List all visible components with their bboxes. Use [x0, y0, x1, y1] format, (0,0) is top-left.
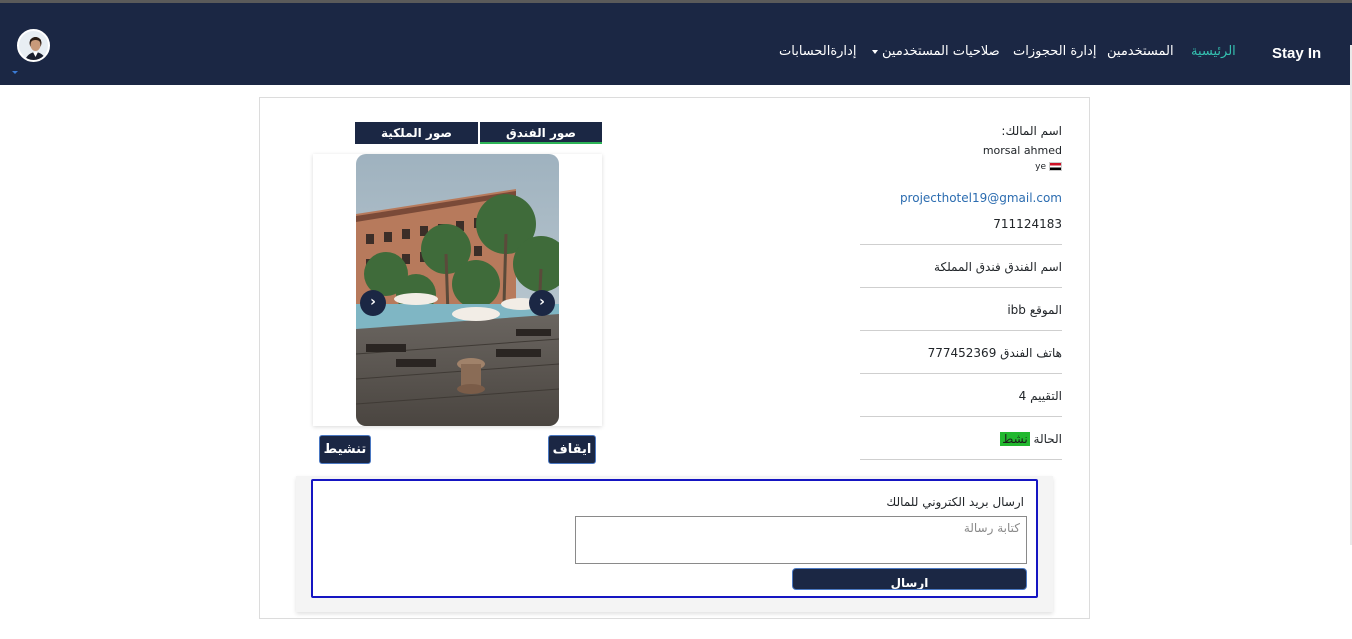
- activate-hotel-button[interactable]: تنشيط: [319, 435, 371, 464]
- hotel-rating: التقييم 4: [1018, 389, 1062, 403]
- status-badge: نشط: [1000, 432, 1030, 446]
- carousel-prev-button[interactable]: ›: [529, 290, 555, 316]
- divider: [860, 373, 1062, 374]
- hotel-name: اسم الفندق فندق المملكة: [934, 260, 1062, 274]
- owner-country: ye: [860, 162, 1062, 172]
- hotel-photo: [356, 154, 559, 426]
- divider: [860, 244, 1062, 245]
- status-label: الحالة: [1033, 432, 1062, 446]
- divider: [860, 287, 1062, 288]
- owner-phone: 711124183: [993, 217, 1062, 231]
- hotel-photo-image: [356, 154, 559, 426]
- tab-hotel-photos[interactable]: صور الفندق: [480, 122, 602, 144]
- yemen-flag-icon: [1049, 162, 1062, 171]
- nav-user-permissions-label: صلاحيات المستخدمين: [882, 44, 1000, 59]
- stop-hotel-button[interactable]: ايقاف: [548, 435, 596, 464]
- avatar-icon: [19, 31, 48, 60]
- divider: [860, 416, 1062, 417]
- nav-home[interactable]: الرئيسية: [1191, 44, 1236, 59]
- navbar: Stay In الرئيسية المستخدمين إدارة الحجوز…: [0, 3, 1352, 85]
- owner-country-code: ye: [1035, 162, 1046, 172]
- user-avatar[interactable]: [17, 29, 50, 62]
- hotel-phone: هاتف الفندق 777452369: [927, 346, 1062, 360]
- owner-email-link[interactable]: projecthotel19@gmail.com: [860, 191, 1062, 205]
- carousel-next-button[interactable]: ›: [360, 290, 386, 316]
- nav-accounts[interactable]: إدارةالحسابات: [779, 44, 856, 59]
- send-email-button[interactable]: ارسال: [792, 568, 1027, 590]
- brand-logo[interactable]: Stay In: [1272, 45, 1321, 62]
- nav-bookings[interactable]: إدارة الحجوزات: [1013, 44, 1096, 59]
- nav-user-permissions[interactable]: صلاحيات المستخدمين: [872, 44, 1000, 59]
- divider: [860, 330, 1062, 331]
- hotel-status: الحالة نشط: [860, 432, 1062, 446]
- divider: [860, 459, 1062, 460]
- hotel-location: الموقع ibb: [1007, 303, 1062, 317]
- avatar-dropdown-icon[interactable]: [12, 71, 18, 74]
- owner-name: morsal ahmed: [982, 144, 1062, 157]
- nav-users[interactable]: المستخدمين: [1107, 44, 1174, 59]
- message-textarea[interactable]: [575, 516, 1027, 564]
- owner-name-label: اسم المالك:: [1001, 124, 1062, 138]
- tab-ownership-photos[interactable]: صور الملكية: [355, 122, 478, 144]
- dropdown-caret-icon: [872, 49, 878, 54]
- email-form-label: ارسال بريد الكتروني للمالك: [886, 495, 1024, 509]
